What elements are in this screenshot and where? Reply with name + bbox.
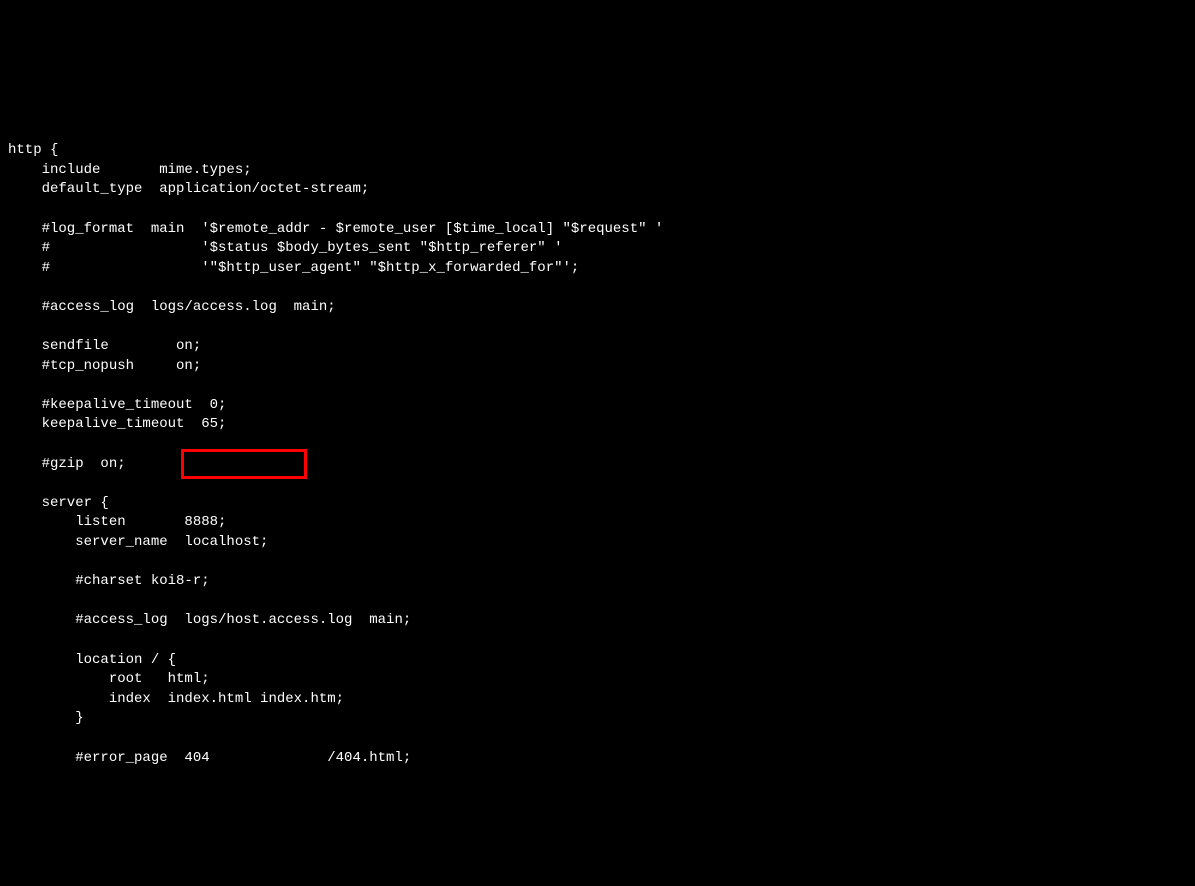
code-line: http { (8, 141, 1187, 161)
code-line: root html; (8, 670, 1187, 690)
code-line: index index.html index.htm; (8, 690, 1187, 710)
code-line: #gzip on; (8, 455, 1187, 475)
code-line: server_name localhost; (8, 533, 1187, 553)
code-line: server { (8, 494, 1187, 514)
code-line: #access_log logs/host.access.log main; (8, 611, 1187, 631)
code-line: include mime.types; (8, 161, 1187, 181)
code-line: default_type application/octet-stream; (8, 180, 1187, 200)
code-line (8, 376, 1187, 396)
code-line: #error_page 404 /404.html; (8, 749, 1187, 769)
code-line: listen 8888; (8, 513, 1187, 533)
code-line (8, 435, 1187, 455)
code-line (8, 553, 1187, 573)
code-line: #tcp_nopush on; (8, 357, 1187, 377)
code-line (8, 278, 1187, 298)
code-line: keepalive_timeout 65; (8, 415, 1187, 435)
code-line: } (8, 709, 1187, 729)
code-line (8, 474, 1187, 494)
code-line (8, 729, 1187, 749)
code-line (8, 318, 1187, 338)
code-line (8, 200, 1187, 220)
code-block: http { include mime.types; default_type … (8, 82, 1187, 787)
code-line: # '$status $body_bytes_sent "$http_refer… (8, 239, 1187, 259)
code-line: #access_log logs/access.log main; (8, 298, 1187, 318)
code-line (8, 592, 1187, 612)
code-line: #keepalive_timeout 0; (8, 396, 1187, 416)
code-line: sendfile on; (8, 337, 1187, 357)
code-line: # '"$http_user_agent" "$http_x_forwarded… (8, 259, 1187, 279)
code-line: #log_format main '$remote_addr - $remote… (8, 220, 1187, 240)
code-line: #charset koi8-r; (8, 572, 1187, 592)
code-line: location / { (8, 651, 1187, 671)
